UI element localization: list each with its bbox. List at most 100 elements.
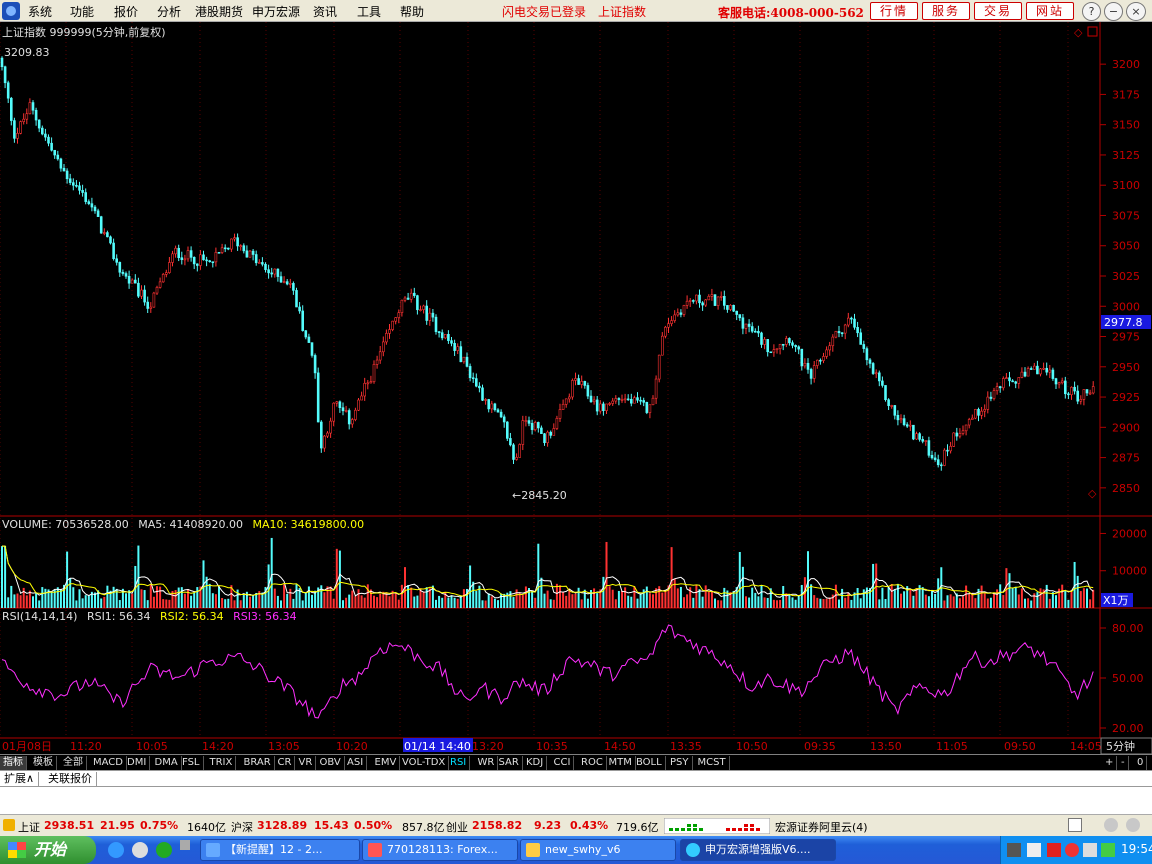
zoom-in-button[interactable]: + bbox=[1102, 756, 1118, 770]
indicator-tab-sar[interactable]: SAR bbox=[496, 756, 523, 770]
chart-area[interactable]: 3200 3175 3150 3125 3100 3075 3050 3025 3000 2975… bbox=[0, 22, 1152, 755]
expand-tab[interactable]: 扩展∧ bbox=[0, 772, 40, 786]
volume-bar bbox=[655, 588, 658, 608]
candle-body bbox=[930, 455, 934, 459]
indicator-tab-指标[interactable]: 指标 bbox=[0, 756, 27, 770]
index-link[interactable]: 上证指数 bbox=[598, 3, 646, 20]
start-button[interactable]: 开始 bbox=[0, 836, 96, 864]
menu-hk-futures[interactable]: 港股期货 bbox=[195, 3, 243, 20]
indicator-tab-cci[interactable]: CCI bbox=[551, 756, 575, 770]
candle-body bbox=[983, 409, 987, 412]
candle-body bbox=[970, 417, 974, 420]
menu-news[interactable]: 资讯 bbox=[313, 3, 337, 20]
tray-icon-3[interactable] bbox=[1065, 843, 1079, 857]
tray-icon-2[interactable] bbox=[1027, 843, 1041, 857]
volume-bar bbox=[208, 583, 211, 608]
indicator-tab-dmi[interactable]: DMI bbox=[124, 756, 151, 770]
chrome-icon[interactable] bbox=[132, 842, 148, 858]
rsi-tick-label: 20.00 bbox=[1112, 722, 1144, 735]
indicator-tab-emv[interactable]: EMV bbox=[372, 756, 401, 770]
reset-button[interactable]: 0 bbox=[1134, 756, 1148, 770]
indicator-tab-boll[interactable]: BOLL bbox=[633, 756, 666, 770]
indicator-tab-模板[interactable]: 模板 bbox=[30, 756, 57, 770]
candle-body bbox=[419, 309, 422, 311]
website-button[interactable]: 网站 bbox=[1026, 2, 1074, 20]
settings-icon[interactable] bbox=[1126, 818, 1140, 832]
server-name[interactable]: 宏源证券阿里云(4) bbox=[775, 819, 868, 835]
indicator-tab-trix[interactable]: TRIX bbox=[207, 756, 237, 770]
indicator-tab-brar[interactable]: BRAR bbox=[241, 756, 275, 770]
task-folder[interactable]: new_swhy_v6 bbox=[520, 839, 676, 861]
zoom-out-button[interactable]: - bbox=[1118, 756, 1129, 770]
indicator-tab-asi[interactable]: ASI bbox=[344, 756, 368, 770]
indicator-tab-psy[interactable]: PSY bbox=[667, 756, 693, 770]
period-label[interactable]: 5分钟 bbox=[1106, 739, 1135, 753]
menu-tools[interactable]: 工具 bbox=[357, 3, 381, 20]
menu-function[interactable]: 功能 bbox=[70, 3, 94, 20]
volume-bar bbox=[335, 548, 338, 608]
indicator-tab-rsi[interactable]: RSI bbox=[447, 756, 471, 770]
browser-icon[interactable] bbox=[156, 842, 172, 858]
market-button[interactable]: 行情 bbox=[870, 2, 918, 20]
scroll-down-icon[interactable]: ◇ bbox=[1088, 487, 1097, 500]
tray-icon-4[interactable] bbox=[1101, 843, 1115, 857]
help-icon[interactable]: ? bbox=[1082, 2, 1101, 21]
indicator-tab-dma[interactable]: DMA bbox=[152, 756, 182, 770]
menu-quote[interactable]: 报价 bbox=[114, 3, 138, 20]
stock-chart[interactable]: 3200 3175 3150 3125 3100 3075 3050 3025 3000 2975… bbox=[0, 22, 1152, 755]
candle-body bbox=[1057, 382, 1061, 385]
task-swhy[interactable]: 申万宏源增强版V6.... bbox=[680, 839, 836, 861]
candle-body bbox=[822, 356, 825, 361]
service-button[interactable]: 服务 bbox=[922, 2, 970, 20]
task-forex[interactable]: 770128113: Forex... bbox=[362, 839, 518, 861]
indicator-tab-kdj[interactable]: KDJ bbox=[523, 756, 548, 770]
candle-body bbox=[304, 330, 308, 338]
volume-bar bbox=[986, 598, 989, 608]
close-icon[interactable]: × bbox=[1126, 2, 1146, 21]
volume-icon[interactable] bbox=[1083, 843, 1097, 857]
indicator-tab-fsl[interactable]: FSL bbox=[179, 756, 204, 770]
indicator-tab-cr[interactable]: CR bbox=[275, 756, 296, 770]
candle-body bbox=[78, 185, 81, 191]
tray-icon-1[interactable] bbox=[1007, 843, 1021, 857]
volume-bar bbox=[1002, 595, 1005, 608]
app-logo-icon[interactable] bbox=[2, 2, 20, 20]
candle-body bbox=[493, 403, 497, 411]
candle-body bbox=[93, 206, 97, 212]
task-forum[interactable]: 【新提醒】12 - 2... bbox=[200, 839, 360, 861]
trade-button[interactable]: 交易 bbox=[974, 2, 1022, 20]
indicator-tab-roc[interactable]: ROC bbox=[578, 756, 607, 770]
candle-body bbox=[936, 459, 940, 466]
indicator-tab-mcst[interactable]: MCST bbox=[695, 756, 730, 770]
indicator-tab-mtm[interactable]: MTM bbox=[606, 756, 636, 770]
tray-flag-icon[interactable] bbox=[1047, 843, 1061, 857]
time-label: 14:20 bbox=[202, 740, 234, 753]
indicator-tab-macd[interactable]: MACD bbox=[90, 756, 127, 770]
candle-body bbox=[282, 281, 286, 283]
minimize-icon[interactable]: − bbox=[1104, 2, 1123, 21]
lock-icon[interactable] bbox=[3, 819, 15, 831]
candle-body bbox=[633, 397, 636, 404]
signal-icon[interactable] bbox=[1104, 818, 1118, 832]
menu-system[interactable]: 系统 bbox=[28, 3, 52, 20]
candle-body bbox=[180, 257, 184, 260]
rsi-tick-label: 50.00 bbox=[1112, 672, 1144, 685]
flash-trade-status[interactable]: 闪电交易已登录 bbox=[502, 3, 586, 20]
indicator-tab-vol-tdx[interactable]: VOL-TDX bbox=[399, 756, 450, 770]
menu-help[interactable]: 帮助 bbox=[400, 3, 424, 20]
window-icon[interactable] bbox=[1068, 818, 1082, 832]
indicator-tab-vr[interactable]: VR bbox=[296, 756, 317, 770]
volume-bar bbox=[159, 586, 162, 608]
indicator-tab-obv[interactable]: OBV bbox=[317, 756, 345, 770]
menu-analysis[interactable]: 分析 bbox=[157, 3, 181, 20]
diamond-icon[interactable]: ◇ bbox=[1074, 26, 1083, 39]
candle-body bbox=[1011, 380, 1014, 383]
candle-body bbox=[698, 294, 701, 304]
ie-icon[interactable] bbox=[108, 842, 124, 858]
candle-body bbox=[354, 409, 357, 420]
indicator-tab-全部[interactable]: 全部 bbox=[60, 756, 87, 770]
related-quotes-tab[interactable]: 关联报价 bbox=[44, 772, 97, 786]
menu-swhy[interactable]: 申万宏源 bbox=[252, 3, 300, 20]
high-price-label: 3209.83 bbox=[4, 46, 50, 59]
quicklaunch-more-icon[interactable] bbox=[180, 840, 190, 850]
